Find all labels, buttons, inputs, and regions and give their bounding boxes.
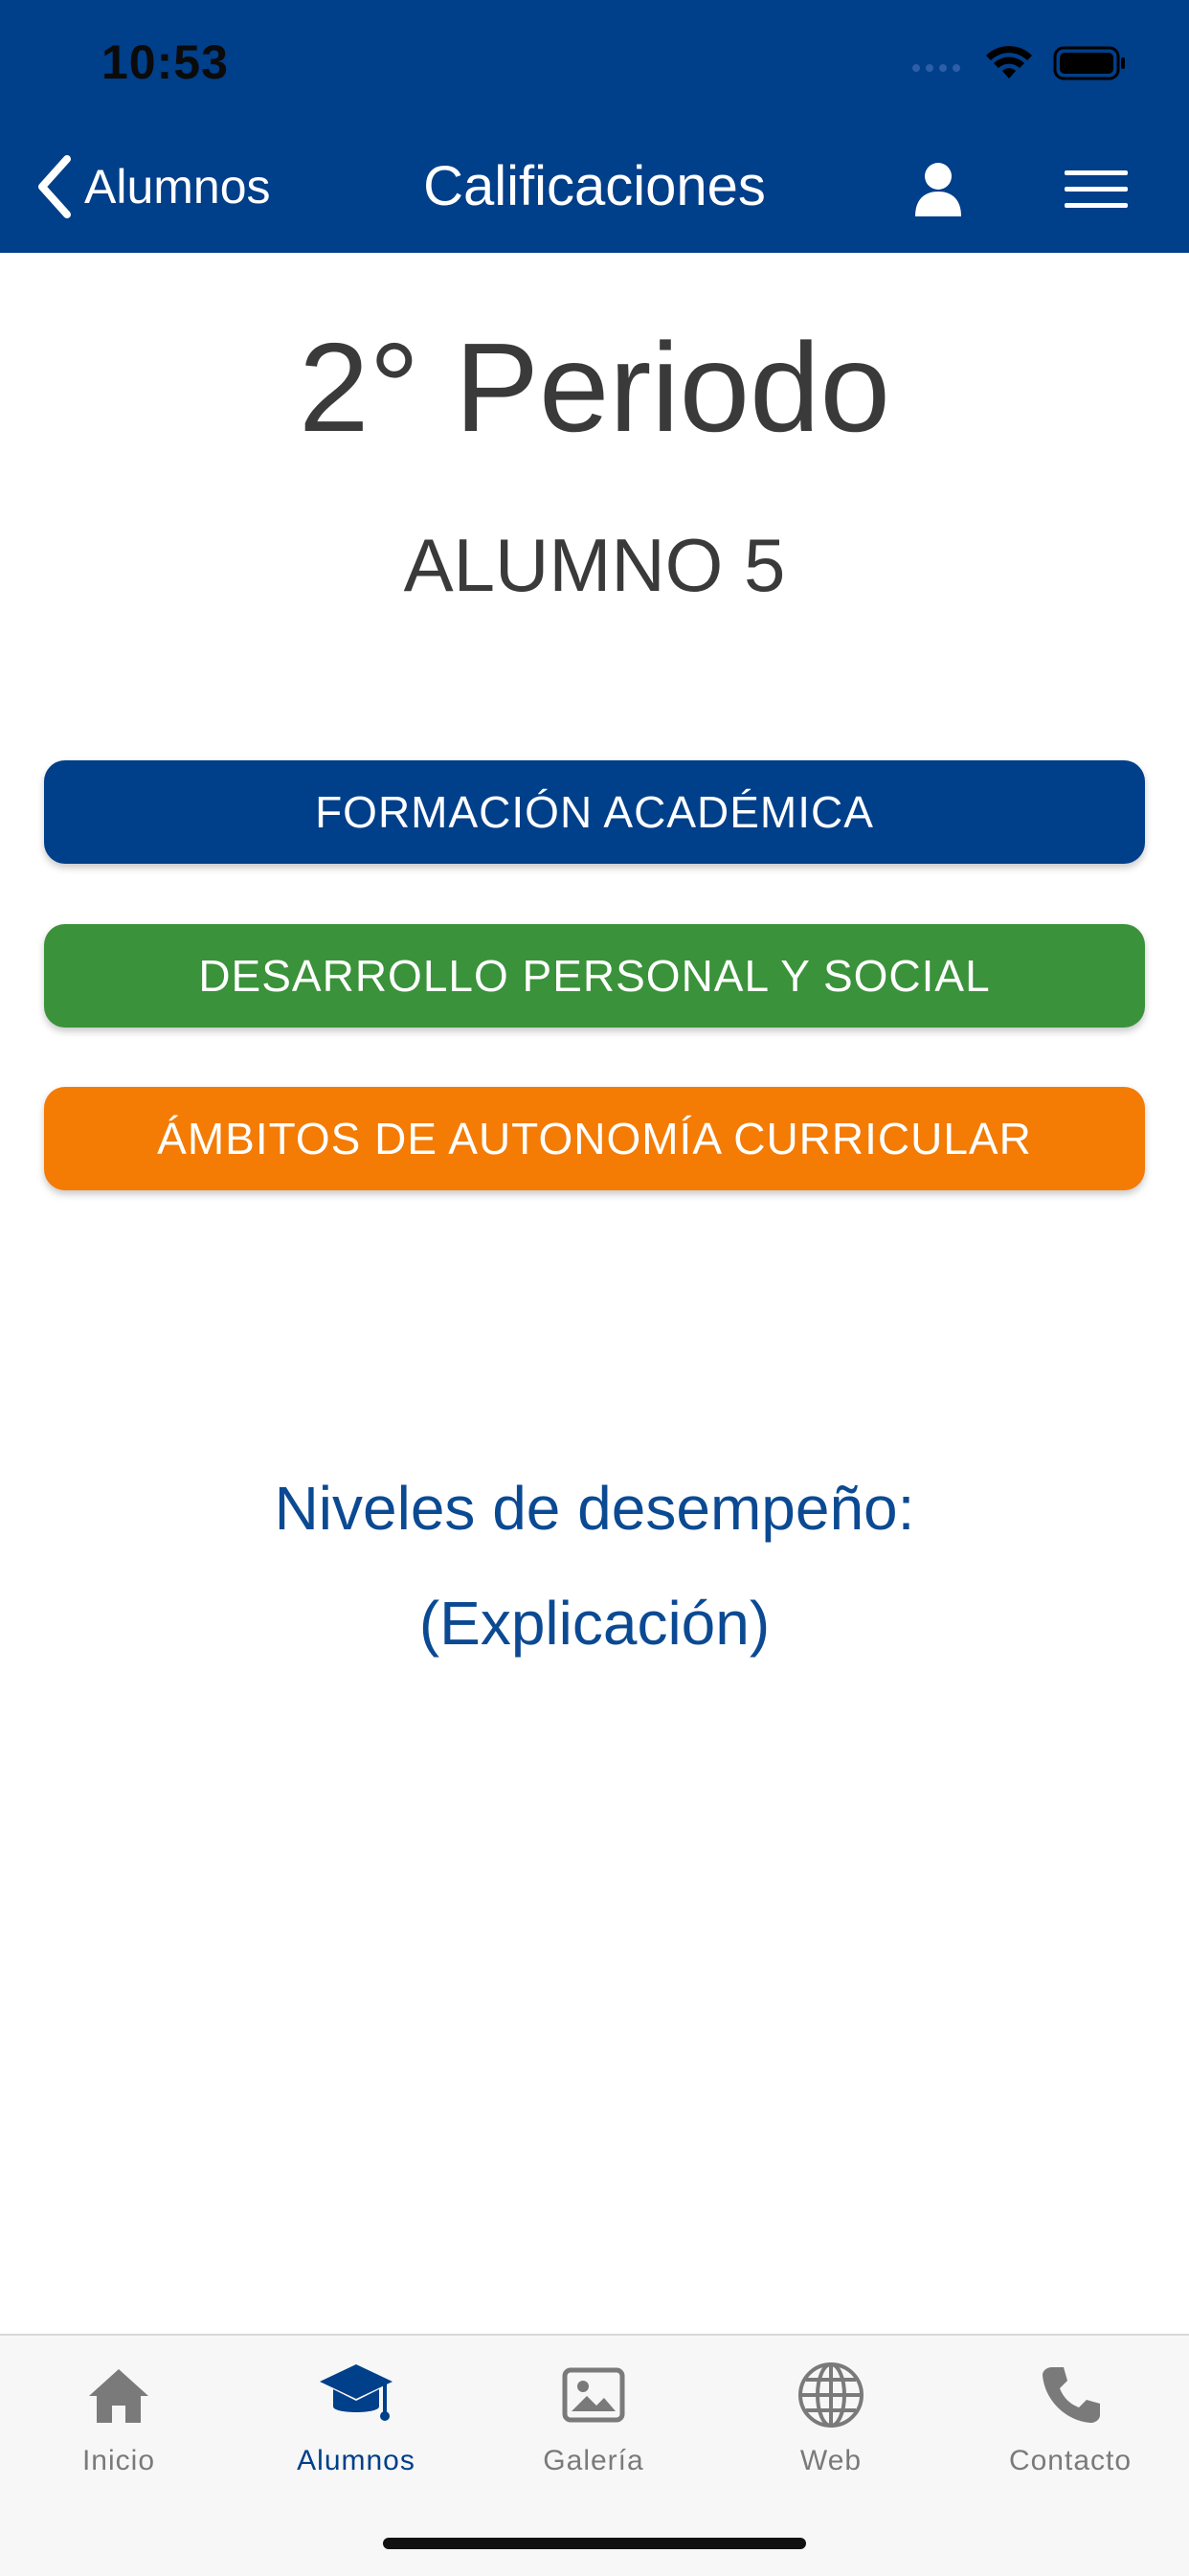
back-button[interactable]: Alumnos: [34, 153, 271, 220]
tab-alumnos[interactable]: Alumnos: [237, 2357, 475, 2500]
ambitos-autonomia-curricular-button[interactable]: ÁMBITOS DE AUTONOMÍA CURRICULAR: [44, 1087, 1145, 1190]
home-icon: [80, 2357, 157, 2433]
levels-explanation-link[interactable]: (Explicación): [0, 1585, 1189, 1661]
phone-icon: [1032, 2357, 1109, 2433]
desarrollo-personal-social-button[interactable]: DESARROLLO PERSONAL Y SOCIAL: [44, 924, 1145, 1028]
button-label: DESARROLLO PERSONAL Y SOCIAL: [198, 951, 991, 1001]
button-label: FORMACIÓN ACADÉMICA: [315, 787, 874, 837]
page-title: Calificaciones: [423, 155, 766, 217]
formacion-academica-button[interactable]: FORMACIÓN ACADÉMICA: [44, 760, 1145, 864]
hamburger-menu-icon: [1065, 170, 1128, 208]
tab-contacto[interactable]: Contacto: [952, 2357, 1189, 2500]
tab-label: Web: [799, 2445, 863, 2476]
tab-label: Alumnos: [297, 2445, 415, 2476]
profile-button[interactable]: [908, 159, 969, 220]
battery-icon: [1053, 46, 1125, 80]
user-icon: [915, 163, 961, 216]
app-header: 10:53 Alumnos Calificaciones: [0, 0, 1189, 253]
menu-button[interactable]: [1063, 167, 1130, 213]
tab-label: Galería: [543, 2445, 644, 2476]
button-label: ÁMBITOS DE AUTONOMÍA CURRICULAR: [157, 1114, 1032, 1164]
period-heading: 2° Periodo: [299, 317, 890, 458]
globe-icon: [793, 2357, 869, 2433]
tab-inicio[interactable]: Inicio: [0, 2357, 237, 2500]
status-time: 10:53: [101, 35, 229, 89]
chevron-left-icon: [38, 155, 71, 218]
back-label: Alumnos: [84, 160, 271, 214]
tab-label: Contacto: [1008, 2445, 1133, 2476]
wifi-icon: [986, 46, 1032, 79]
levels-title: Niveles de desempeño:: [274, 1474, 915, 1543]
tab-web[interactable]: Web: [712, 2357, 950, 2500]
student-name: ALUMNO 5: [403, 523, 786, 607]
tab-label: Inicio: [81, 2445, 156, 2476]
image-icon: [555, 2357, 632, 2433]
signal-icon: [912, 64, 960, 72]
tab-galeria[interactable]: Galería: [475, 2357, 712, 2500]
graduation-cap-icon: [318, 2357, 394, 2433]
status-icons: [911, 42, 1128, 84]
home-indicator: [383, 2538, 806, 2549]
